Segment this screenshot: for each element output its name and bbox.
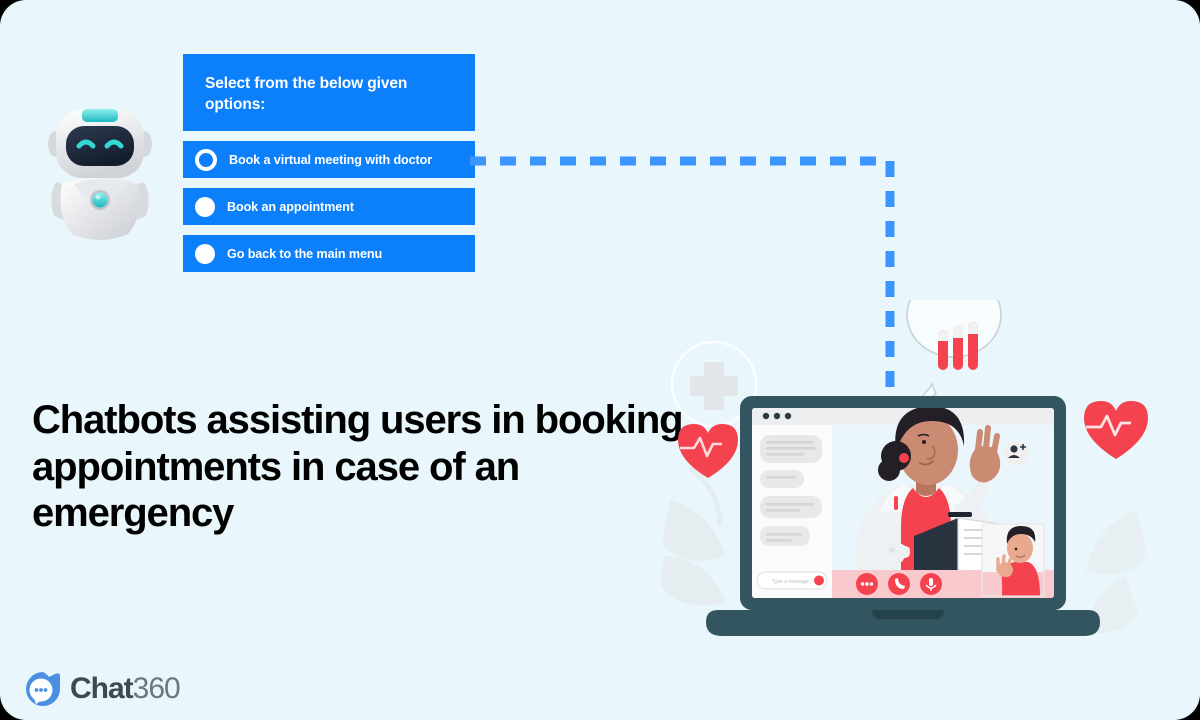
heart-pulse-icon-left xyxy=(678,424,738,478)
pill-speech-bubble-icon xyxy=(906,272,1002,405)
option-book-virtual-meeting[interactable]: Book a virtual meeting with doctor xyxy=(183,141,475,178)
option-label: Book a virtual meeting with doctor xyxy=(229,152,433,167)
call-controls xyxy=(856,573,942,595)
page-canvas: Select from the below given options: Boo… xyxy=(0,0,1200,720)
chat-panel: Type a message... xyxy=(752,425,832,598)
logo-name: Chat xyxy=(70,672,134,705)
robot-mascot-icon xyxy=(38,104,162,244)
radio-ring-icon[interactable] xyxy=(195,148,217,171)
laptop-device: Type a message... xyxy=(706,396,1100,636)
add-person-icon xyxy=(1004,441,1028,465)
bot-prompt-message: Select from the below given options: xyxy=(183,54,475,131)
logo-number: 360 xyxy=(132,672,181,705)
option-label: Book an appointment xyxy=(227,199,354,214)
chatbot-option-panel: Select from the below given options: Boo… xyxy=(183,54,475,272)
send-icon xyxy=(814,575,824,586)
chat360-logo: Chat360 xyxy=(24,670,181,708)
patient-waving-thumbnail xyxy=(981,523,1045,597)
chat360-bubble-icon xyxy=(24,670,62,708)
radio-filled-icon[interactable] xyxy=(195,243,215,264)
telemedicine-illustration: Type a message... xyxy=(660,272,1160,660)
option-label: Go back to the main menu xyxy=(227,246,383,261)
option-go-back-main-menu[interactable]: Go back to the main menu xyxy=(183,235,475,272)
option-book-appointment[interactable]: Book an appointment xyxy=(183,188,475,225)
svg-text:Type a message...: Type a message... xyxy=(772,579,813,585)
leaf-decoration-left xyxy=(660,465,726,606)
radio-filled-icon[interactable] xyxy=(195,196,215,217)
page-title: Chatbots assisting users in booking appo… xyxy=(32,397,684,536)
logo-text: Chat360 xyxy=(70,672,181,706)
heart-pulse-icon-right xyxy=(1084,401,1148,459)
